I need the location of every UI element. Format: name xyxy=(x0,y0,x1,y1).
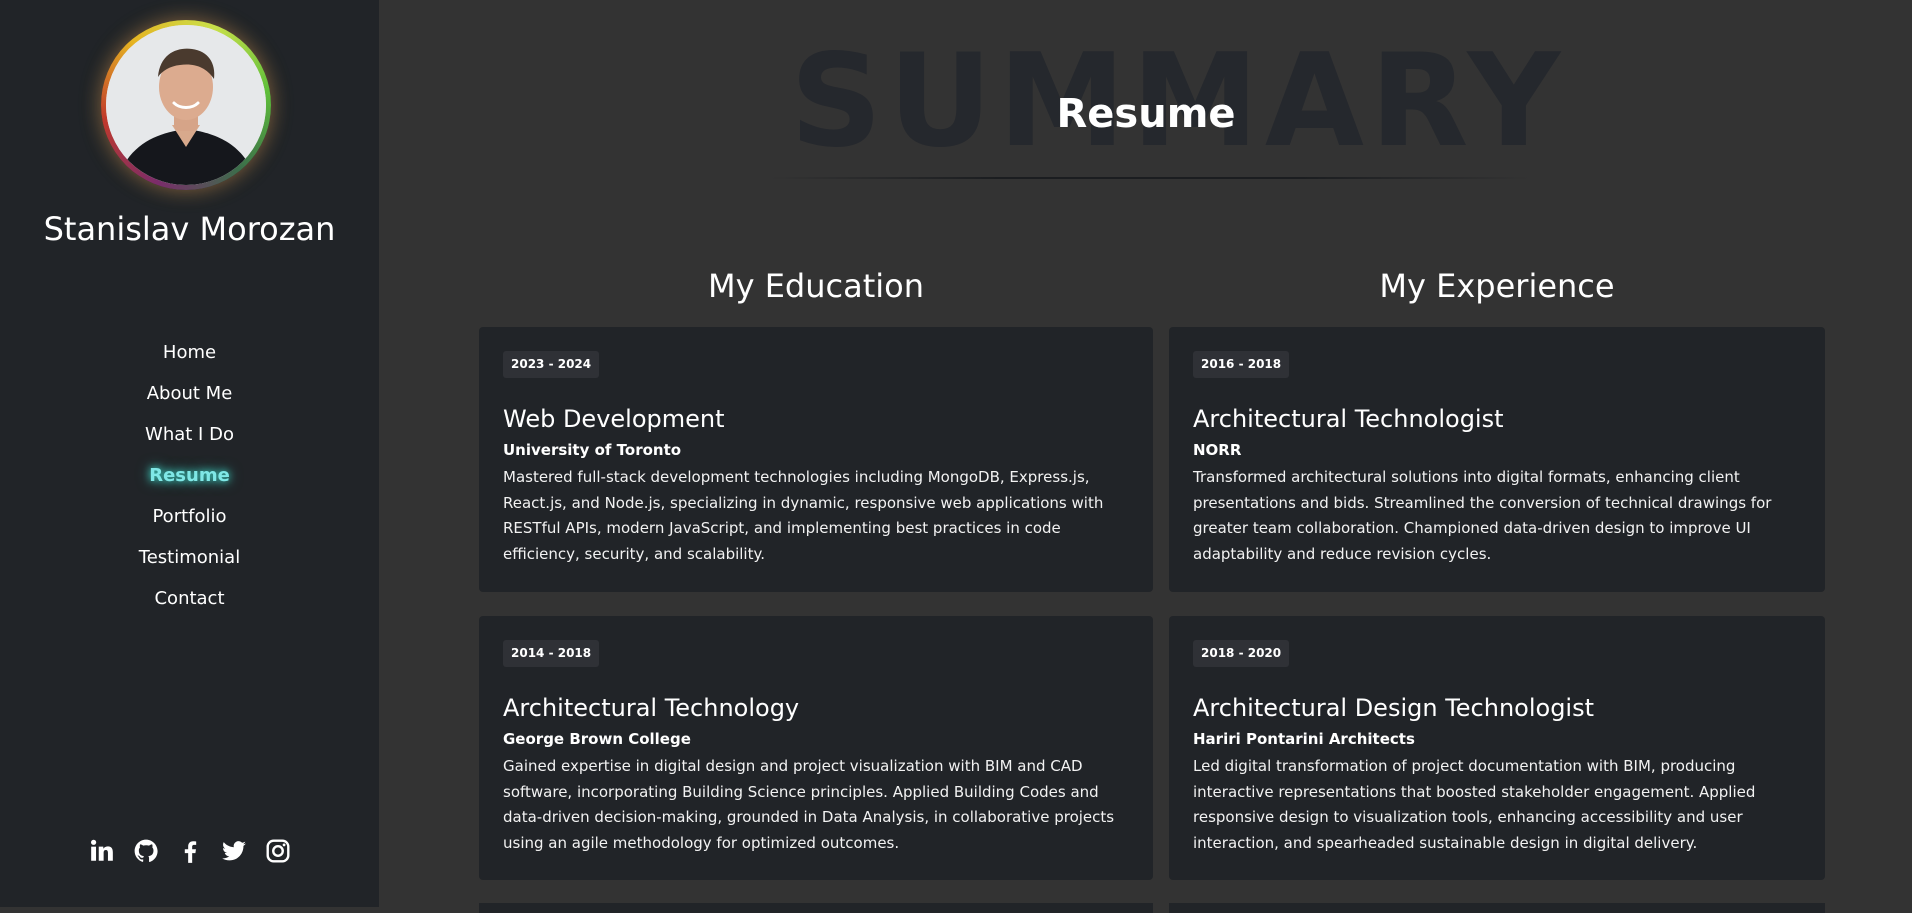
nav-item-home[interactable]: Home xyxy=(0,338,379,379)
experience-heading: My Experience xyxy=(1379,267,1615,305)
education-card-next xyxy=(479,903,1153,913)
card-title: Architectural Technology xyxy=(503,694,800,722)
profile-name: Stanislav Morozan xyxy=(43,210,336,248)
card-organization: George Brown College xyxy=(503,730,691,748)
experience-card: 2018 - 2020 Architectural Design Technol… xyxy=(1169,616,1825,880)
education-card: 2023 - 2024 Web Development University o… xyxy=(479,327,1153,592)
nav-item-what-i-do[interactable]: What I Do xyxy=(0,420,379,461)
education-card: 2014 - 2018 Architectural Technology Geo… xyxy=(479,616,1153,880)
card-description: Led digital transformation of project do… xyxy=(1193,757,1756,852)
nav-item-portfolio[interactable]: Portfolio xyxy=(0,502,379,543)
card-title: Web Development xyxy=(503,405,725,433)
date-badge: 2018 - 2020 xyxy=(1193,640,1290,667)
avatar xyxy=(106,25,266,185)
sidebar: Stanislav Morozan Home About Me What I D… xyxy=(0,0,379,907)
experience-card: 2016 - 2018 Architectural Technologist N… xyxy=(1169,327,1825,592)
instagram-icon[interactable] xyxy=(265,838,291,864)
date-badge: 2016 - 2018 xyxy=(1193,351,1290,378)
avatar-ring xyxy=(101,20,271,190)
sidebar-nav: Home About Me What I Do Resume Portfolio… xyxy=(0,338,379,625)
facebook-icon[interactable] xyxy=(177,838,203,864)
social-links xyxy=(0,838,379,864)
github-icon[interactable] xyxy=(133,838,159,864)
card-organization: NORR xyxy=(1193,441,1242,459)
card-title: Architectural Technologist xyxy=(1193,405,1504,433)
card-organization: University of Toronto xyxy=(503,441,682,459)
card-organization: Hariri Pontarini Architects xyxy=(1193,730,1415,748)
date-badge: 2014 - 2018 xyxy=(503,640,600,667)
nav-item-contact[interactable]: Contact xyxy=(0,584,379,625)
card-title: Architectural Design Technologist xyxy=(1193,694,1595,722)
card-description: Transformed architectural solutions into… xyxy=(1193,468,1772,563)
linkedin-icon[interactable] xyxy=(89,838,115,864)
twitter-icon[interactable] xyxy=(221,838,247,864)
nav-item-resume[interactable]: Resume xyxy=(0,461,379,502)
title-divider xyxy=(770,177,1530,179)
card-description: Gained expertise in digital design and p… xyxy=(503,757,1115,852)
nav-item-testimonial[interactable]: Testimonial xyxy=(0,543,379,584)
card-description: Mastered full-stack development technolo… xyxy=(503,468,1104,563)
education-heading: My Education xyxy=(707,267,925,305)
nav-item-about-me[interactable]: About Me xyxy=(0,379,379,420)
experience-card-next xyxy=(1169,903,1825,913)
page-title: Resume xyxy=(1056,91,1236,137)
date-badge: 2023 - 2024 xyxy=(503,351,600,378)
